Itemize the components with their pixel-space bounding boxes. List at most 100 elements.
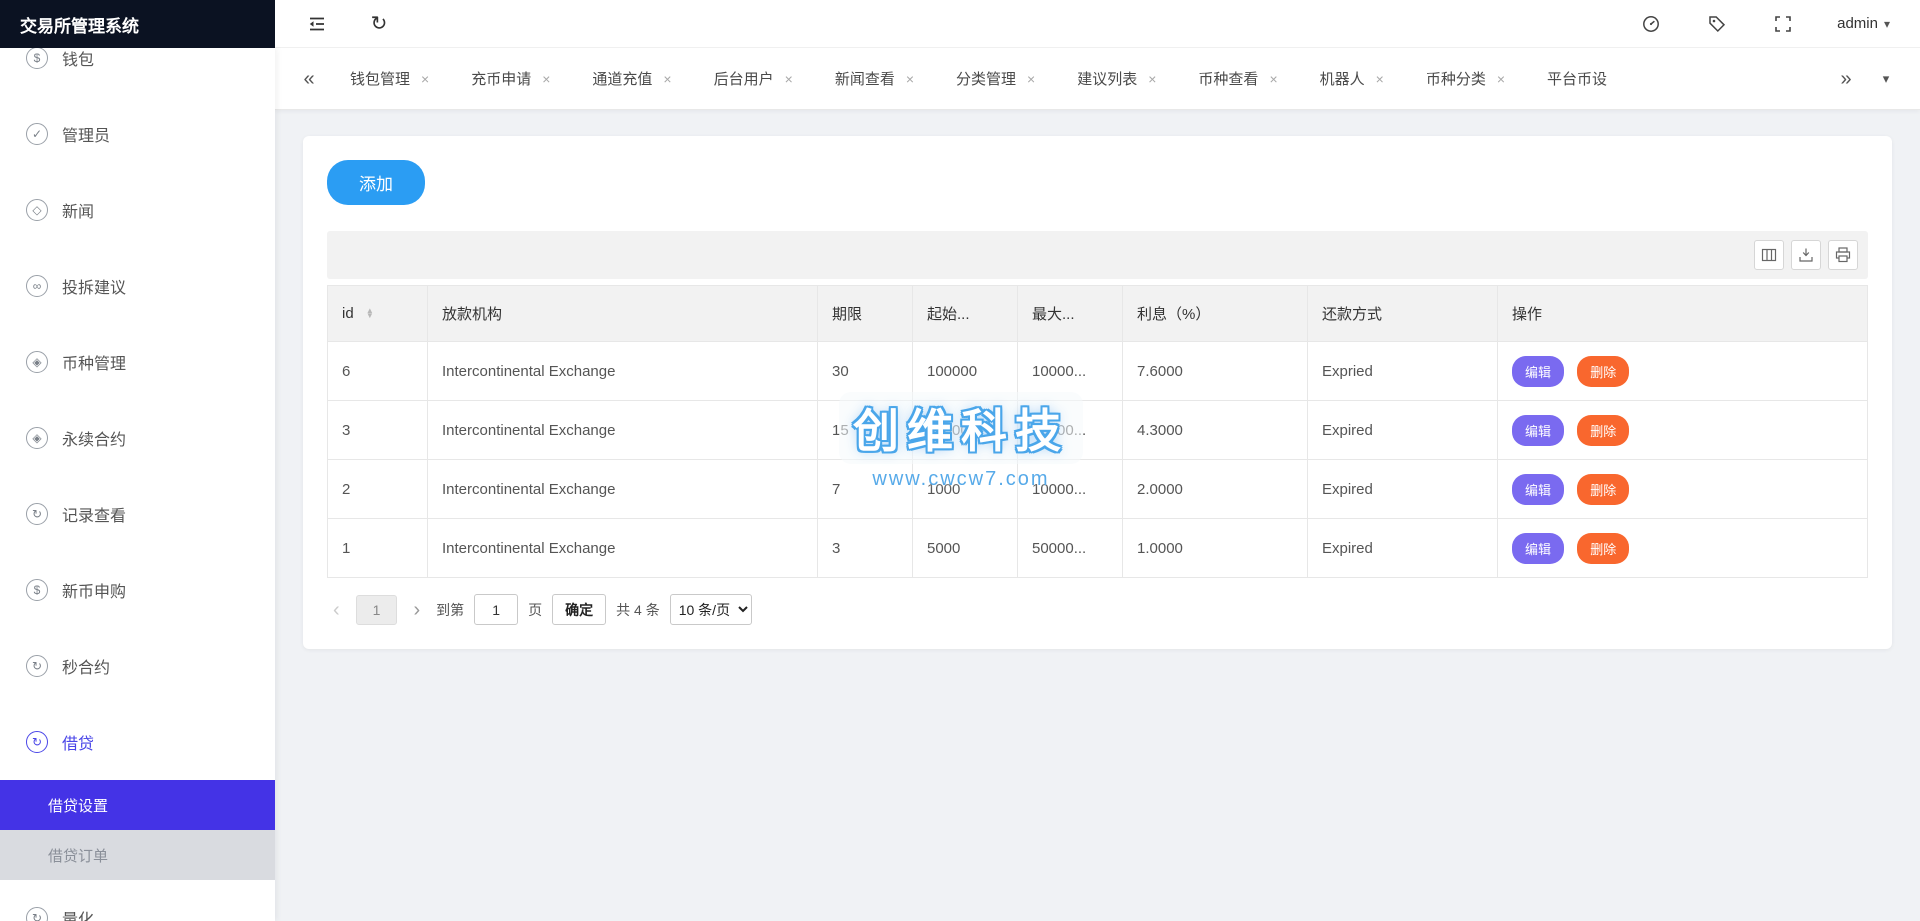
close-icon[interactable]: × — [906, 72, 914, 86]
column-header-repay: 还款方式 — [1308, 286, 1498, 342]
tab-robot[interactable]: 机器人 × — [1299, 48, 1405, 109]
cell-term: 7 — [818, 460, 913, 519]
tab-label: 币种查看 — [1198, 68, 1258, 89]
sidebar-item-lending[interactable]: ↻ 借贷 — [0, 704, 275, 780]
export-button[interactable] — [1791, 240, 1821, 270]
tab-coin-view[interactable]: 币种查看 × — [1177, 48, 1298, 109]
tab-backend-users[interactable]: 后台用户 × — [693, 48, 814, 109]
gem-icon: ◈ — [26, 427, 48, 449]
delete-button[interactable]: 删除 — [1577, 474, 1629, 505]
column-header-term: 期限 — [818, 286, 913, 342]
page-number-button[interactable]: 1 — [356, 595, 398, 625]
add-button[interactable]: 添加 — [327, 160, 425, 205]
cell-interest: 2.0000 — [1123, 460, 1308, 519]
tabs-scroll-right-button[interactable]: » — [1826, 69, 1866, 89]
sidebar-item-records[interactable]: ↻ 记录查看 — [0, 476, 275, 552]
goto-page-input[interactable] — [474, 594, 518, 625]
sort-icon[interactable]: ▲ ▼ — [366, 309, 374, 319]
refresh-icon: ↻ — [371, 14, 388, 34]
fullscreen-button[interactable] — [1771, 12, 1795, 36]
tab-label: 机器人 — [1320, 68, 1365, 89]
column-header-id[interactable]: id ▲ ▼ — [328, 286, 428, 342]
delete-button[interactable]: 删除 — [1577, 356, 1629, 387]
close-icon[interactable]: × — [785, 72, 793, 86]
tab-news-view[interactable]: 新闻查看 × — [814, 48, 935, 109]
history-icon: ↻ — [26, 503, 48, 525]
pagination: ‹ 1 › 到第 页 确定 共 4 条 10 条/页 — [327, 594, 1868, 625]
tag-button[interactable] — [1705, 12, 1729, 36]
tab-category-mgmt[interactable]: 分类管理 × — [935, 48, 1056, 109]
next-page-button[interactable]: › — [407, 600, 426, 620]
sidebar-item-label: 记录查看 — [62, 502, 126, 526]
column-header-start: 起始... — [913, 286, 1018, 342]
refresh-button[interactable]: ↻ — [367, 12, 391, 36]
delete-button[interactable]: 删除 — [1577, 415, 1629, 446]
edit-button[interactable]: 编辑 — [1512, 474, 1564, 505]
page-size-select[interactable]: 10 条/页 — [670, 594, 752, 625]
tab-label: 新闻查看 — [835, 68, 895, 89]
sidebar-item-perpetual[interactable]: ◈ 永续合约 — [0, 400, 275, 476]
collapse-menu-icon — [307, 14, 327, 34]
close-icon[interactable]: × — [1269, 72, 1277, 86]
tab-platform-coin[interactable]: 平台币设 — [1526, 48, 1628, 109]
sidebar-item-admin[interactable]: ✓ 管理员 — [0, 96, 275, 172]
close-icon[interactable]: × — [663, 72, 671, 86]
tab-label: 币种分类 — [1426, 68, 1486, 89]
confirm-button[interactable]: 确定 — [552, 594, 606, 625]
sidebar-subitem-lending-orders[interactable]: 借贷订单 — [0, 830, 275, 880]
close-icon[interactable]: × — [1027, 72, 1035, 86]
column-label: id — [342, 305, 354, 322]
tab-label: 平台币设 — [1547, 68, 1607, 89]
sidebar-item-label: 量化 — [62, 906, 94, 921]
cell-term: 3 — [818, 519, 913, 578]
prev-page-button[interactable]: ‹ — [327, 600, 346, 620]
close-icon[interactable]: × — [1148, 72, 1156, 86]
columns-toggle-button[interactable] — [1754, 240, 1784, 270]
sidebar-item-news[interactable]: ◇ 新闻 — [0, 172, 275, 248]
close-icon[interactable]: × — [542, 72, 550, 86]
tab-wallet-mgmt[interactable]: 钱包管理 × — [329, 48, 450, 109]
edit-button[interactable]: 编辑 — [1512, 356, 1564, 387]
cell-max: 50000... — [1018, 519, 1123, 578]
sidebar-item-new-coin[interactable]: $ 新币申购 — [0, 552, 275, 628]
cell-start: 10000 — [913, 401, 1018, 460]
cell-ops: 编辑 删除 — [1498, 460, 1868, 519]
sidebar-subitem-lending-settings[interactable]: 借贷设置 — [0, 780, 275, 830]
main-content: 添加 — [275, 110, 1920, 921]
print-button[interactable] — [1828, 240, 1858, 270]
cell-interest: 4.3000 — [1123, 401, 1308, 460]
tab-deposit-request[interactable]: 充币申请 × — [450, 48, 571, 109]
sidebar-item-quant[interactable]: ↻ 量化 — [0, 880, 275, 921]
tag-icon — [1707, 14, 1727, 34]
column-header-max: 最大... — [1018, 286, 1123, 342]
chevron-double-right-icon: » — [1840, 68, 1851, 90]
user-menu[interactable]: admin ▾ — [1837, 15, 1890, 32]
sidebar-subitem-label: 借贷订单 — [48, 845, 108, 866]
close-icon[interactable]: × — [1497, 72, 1505, 86]
tabs-dropdown-button[interactable]: ▾ — [1866, 71, 1906, 87]
sidebar-item-suggestions[interactable]: ∞ 投拆建议 — [0, 248, 275, 324]
gem-icon: ◈ — [26, 351, 48, 373]
tabs-scroll-left-button[interactable]: « — [289, 69, 329, 89]
tabbar: « 钱包管理 × 充币申请 × 通道充值 × 后台用户 × 新闻查看 × — [275, 48, 1920, 110]
tab-channel-deposit[interactable]: 通道充值 × — [571, 48, 692, 109]
total-count: 共 4 条 — [616, 600, 660, 620]
sidebar-item-seconds-contract[interactable]: ↻ 秒合约 — [0, 628, 275, 704]
cell-start: 1000 — [913, 460, 1018, 519]
sidebar-item-wallet[interactable]: $ 钱包 — [0, 48, 275, 96]
edit-button[interactable]: 编辑 — [1512, 415, 1564, 446]
cell-max: 10000... — [1018, 342, 1123, 401]
sidebar-item-coin-mgmt[interactable]: ◈ 币种管理 — [0, 324, 275, 400]
close-icon[interactable]: × — [421, 72, 429, 86]
tab-suggestion-list[interactable]: 建议列表 × — [1056, 48, 1177, 109]
collapse-sidebar-button[interactable] — [305, 12, 329, 36]
sidebar-subitem-label: 借贷设置 — [48, 795, 108, 816]
close-icon[interactable]: × — [1376, 72, 1384, 86]
cell-org: Intercontinental Exchange — [428, 342, 818, 401]
delete-button[interactable]: 删除 — [1577, 533, 1629, 564]
table-row: 1 Intercontinental Exchange 3 5000 50000… — [328, 519, 1868, 578]
tab-coin-category[interactable]: 币种分类 × — [1405, 48, 1526, 109]
edit-button[interactable]: 编辑 — [1512, 533, 1564, 564]
dashboard-button[interactable] — [1639, 12, 1663, 36]
sidebar-item-label: 永续合约 — [62, 426, 126, 450]
